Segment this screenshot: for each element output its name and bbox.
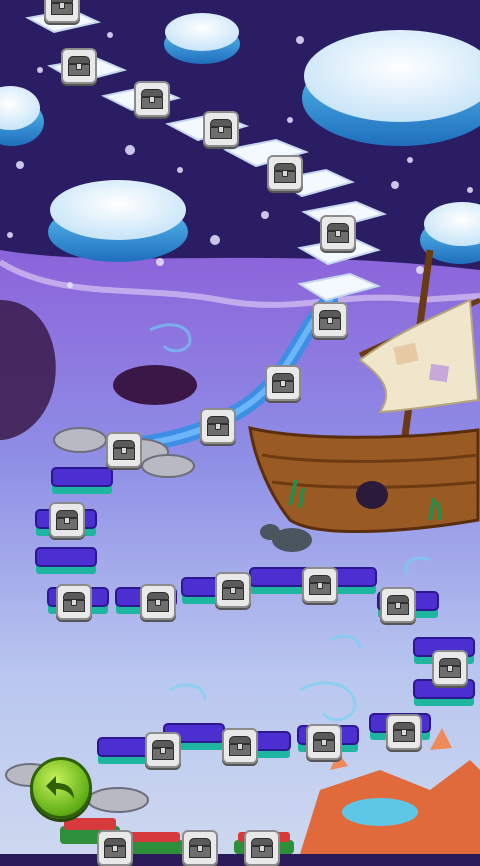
treasure-chest-icon bbox=[68, 56, 90, 76]
level-node-locked[interactable] bbox=[302, 567, 338, 603]
lock-box bbox=[267, 155, 303, 191]
treasure-chest-icon bbox=[274, 163, 296, 183]
lock-box bbox=[56, 584, 92, 620]
level-node-locked[interactable] bbox=[145, 732, 181, 768]
back-button[interactable] bbox=[30, 757, 92, 819]
treasure-chest-icon bbox=[251, 838, 273, 858]
back-arrow-icon bbox=[46, 776, 74, 799]
treasure-chest-icon bbox=[63, 592, 85, 612]
level-node-locked[interactable] bbox=[380, 587, 416, 623]
treasure-chest-icon bbox=[147, 592, 169, 612]
lock-box bbox=[145, 732, 181, 768]
treasure-chest-icon bbox=[207, 416, 229, 436]
ice-floe-large bbox=[302, 30, 480, 146]
lock-box bbox=[200, 408, 236, 444]
level-node-locked[interactable] bbox=[44, 0, 80, 23]
level-node-locked[interactable] bbox=[97, 830, 133, 866]
level-node-locked[interactable] bbox=[182, 830, 218, 866]
dark-pool bbox=[113, 365, 197, 405]
lock-box bbox=[380, 587, 416, 623]
lock-box bbox=[302, 567, 338, 603]
lock-box bbox=[44, 0, 80, 23]
lock-box bbox=[203, 111, 239, 147]
level-node-locked[interactable] bbox=[386, 714, 422, 750]
treasure-chest-icon bbox=[387, 595, 409, 615]
treasure-chest-icon bbox=[393, 722, 415, 742]
lock-box bbox=[49, 502, 85, 538]
treasure-chest-icon bbox=[104, 838, 126, 858]
lock-box bbox=[182, 830, 218, 866]
treasure-chest-icon bbox=[313, 732, 335, 752]
level-node-locked[interactable] bbox=[106, 432, 142, 468]
level-node-locked[interactable] bbox=[49, 502, 85, 538]
treasure-chest-icon bbox=[51, 0, 73, 15]
lock-box bbox=[306, 724, 342, 760]
treasure-chest-icon bbox=[439, 658, 461, 678]
level-node-locked[interactable] bbox=[265, 365, 301, 401]
treasure-chest-icon bbox=[309, 575, 331, 595]
treasure-chest-icon bbox=[141, 89, 163, 109]
treasure-chest-icon bbox=[229, 736, 251, 756]
level-node-locked[interactable] bbox=[222, 728, 258, 764]
level-node-locked[interactable] bbox=[306, 724, 342, 760]
lock-box bbox=[386, 714, 422, 750]
treasure-chest-icon bbox=[272, 373, 294, 393]
level-node-locked[interactable] bbox=[61, 48, 97, 84]
lock-box bbox=[312, 302, 348, 338]
ice-floe-small-top bbox=[164, 13, 240, 64]
treasure-chest-icon bbox=[319, 310, 341, 330]
lock-box bbox=[222, 728, 258, 764]
level-node-locked[interactable] bbox=[215, 572, 251, 608]
lock-box bbox=[134, 81, 170, 117]
level-node-locked[interactable] bbox=[134, 81, 170, 117]
lock-box bbox=[97, 830, 133, 866]
lock-box bbox=[61, 48, 97, 84]
level-node-locked[interactable] bbox=[200, 408, 236, 444]
treasure-chest-icon bbox=[113, 440, 135, 460]
lock-box bbox=[106, 432, 142, 468]
level-node-locked[interactable] bbox=[56, 584, 92, 620]
level-node-locked[interactable] bbox=[432, 650, 468, 686]
level-node-locked[interactable] bbox=[267, 155, 303, 191]
lock-box bbox=[140, 584, 176, 620]
level-node-locked[interactable] bbox=[244, 830, 280, 866]
lock-box bbox=[215, 572, 251, 608]
treasure-chest-icon bbox=[152, 740, 174, 760]
level-node-locked[interactable] bbox=[320, 215, 356, 251]
treasure-chest-icon bbox=[222, 580, 244, 600]
treasure-chest-icon bbox=[327, 223, 349, 243]
treasure-chest-icon bbox=[56, 510, 78, 530]
lock-box bbox=[432, 650, 468, 686]
ice-floe-mid bbox=[48, 180, 188, 262]
lock-box bbox=[265, 365, 301, 401]
lock-box bbox=[244, 830, 280, 866]
treasure-chest-icon bbox=[210, 119, 232, 139]
lock-box bbox=[320, 215, 356, 251]
level-node-locked[interactable] bbox=[203, 111, 239, 147]
level-node-locked[interactable] bbox=[140, 584, 176, 620]
level-node-locked[interactable] bbox=[312, 302, 348, 338]
treasure-chest-icon bbox=[189, 838, 211, 858]
